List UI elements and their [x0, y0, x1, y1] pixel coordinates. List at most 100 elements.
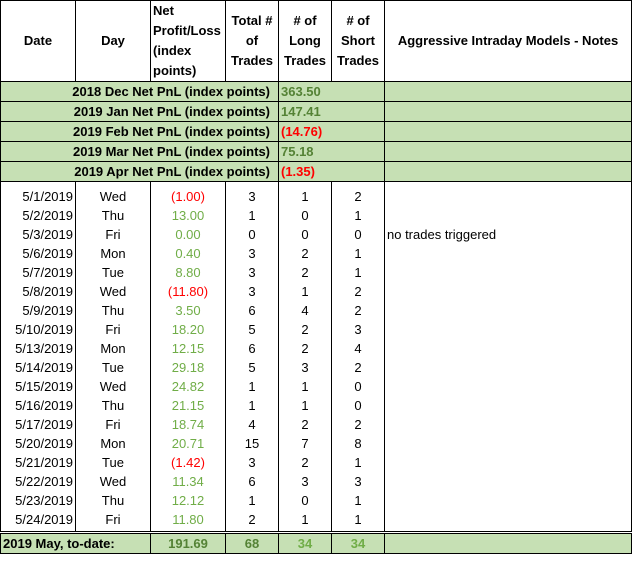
cell-date[interactable]: 5/7/2019 — [0, 263, 76, 282]
cell-long-trades[interactable]: 1 — [278, 377, 332, 396]
header-long-trades[interactable]: # of Long Trades — [278, 0, 332, 82]
cell-note[interactable] — [384, 301, 632, 320]
total-trades[interactable]: 68 — [225, 531, 279, 554]
cell-note[interactable] — [384, 206, 632, 225]
cell-long-trades[interactable]: 3 — [278, 358, 332, 377]
cell-short-trades[interactable]: 2 — [331, 181, 385, 206]
cell-long-trades[interactable]: 2 — [278, 244, 332, 263]
summary-notes[interactable] — [384, 121, 632, 142]
cell-long-trades[interactable]: 1 — [278, 181, 332, 206]
cell-long-trades[interactable]: 4 — [278, 301, 332, 320]
cell-short-trades[interactable]: 2 — [331, 358, 385, 377]
cell-note[interactable] — [384, 263, 632, 282]
cell-pnl[interactable]: 12.12 — [150, 491, 226, 510]
cell-date[interactable]: 5/23/2019 — [0, 491, 76, 510]
summary-value[interactable]: 75.18 — [278, 141, 385, 162]
header-pnl[interactable]: Net Profit/Loss (index points) — [150, 0, 226, 82]
cell-note[interactable] — [384, 491, 632, 510]
cell-pnl[interactable]: 20.71 — [150, 434, 226, 453]
cell-short-trades[interactable]: 1 — [331, 491, 385, 510]
cell-date[interactable]: 5/2/2019 — [0, 206, 76, 225]
cell-note[interactable] — [384, 434, 632, 453]
cell-short-trades[interactable]: 0 — [331, 225, 385, 244]
summary-notes[interactable] — [384, 101, 632, 122]
cell-note[interactable] — [384, 377, 632, 396]
cell-day[interactable]: Wed — [75, 472, 151, 491]
summary-label[interactable]: 2019 Apr Net PnL (index points) — [0, 161, 279, 182]
cell-date[interactable]: 5/1/2019 — [0, 181, 76, 206]
cell-long-trades[interactable]: 7 — [278, 434, 332, 453]
header-short-trades[interactable]: # of Short Trades — [331, 0, 385, 82]
cell-long-trades[interactable]: 1 — [278, 282, 332, 301]
cell-long-trades[interactable]: 2 — [278, 415, 332, 434]
cell-day[interactable]: Mon — [75, 339, 151, 358]
cell-total-trades[interactable]: 1 — [225, 491, 279, 510]
cell-note[interactable]: no trades triggered — [384, 225, 632, 244]
cell-total-trades[interactable]: 4 — [225, 415, 279, 434]
summary-value[interactable]: (1.35) — [278, 161, 385, 182]
cell-date[interactable]: 5/17/2019 — [0, 415, 76, 434]
summary-value[interactable]: 363.50 — [278, 81, 385, 102]
cell-total-trades[interactable]: 5 — [225, 320, 279, 339]
cell-date[interactable]: 5/20/2019 — [0, 434, 76, 453]
cell-note[interactable] — [384, 415, 632, 434]
cell-note[interactable] — [384, 282, 632, 301]
cell-day[interactable]: Wed — [75, 377, 151, 396]
cell-long-trades[interactable]: 2 — [278, 320, 332, 339]
cell-day[interactable]: Thu — [75, 206, 151, 225]
cell-day[interactable]: Fri — [75, 225, 151, 244]
summary-label[interactable]: 2019 Mar Net PnL (index points) — [0, 141, 279, 162]
header-total-trades[interactable]: Total # of Trades — [225, 0, 279, 82]
cell-long-trades[interactable]: 1 — [278, 510, 332, 533]
cell-short-trades[interactable]: 1 — [331, 510, 385, 533]
cell-total-trades[interactable]: 6 — [225, 339, 279, 358]
cell-date[interactable]: 5/15/2019 — [0, 377, 76, 396]
cell-total-trades[interactable]: 0 — [225, 225, 279, 244]
cell-date[interactable]: 5/6/2019 — [0, 244, 76, 263]
summary-notes[interactable] — [384, 81, 632, 102]
summary-notes[interactable] — [384, 161, 632, 182]
total-pnl[interactable]: 191.69 — [150, 531, 226, 554]
cell-pnl[interactable]: 11.80 — [150, 510, 226, 533]
cell-note[interactable] — [384, 358, 632, 377]
header-day[interactable]: Day — [75, 0, 151, 82]
cell-short-trades[interactable]: 8 — [331, 434, 385, 453]
cell-short-trades[interactable]: 2 — [331, 282, 385, 301]
cell-total-trades[interactable]: 1 — [225, 206, 279, 225]
cell-note[interactable] — [384, 396, 632, 415]
cell-day[interactable]: Mon — [75, 434, 151, 453]
cell-short-trades[interactable]: 0 — [331, 396, 385, 415]
cell-day[interactable]: Thu — [75, 301, 151, 320]
header-notes[interactable]: Aggressive Intraday Models - Notes — [384, 0, 632, 82]
cell-pnl[interactable]: 24.82 — [150, 377, 226, 396]
cell-short-trades[interactable]: 3 — [331, 320, 385, 339]
total-label[interactable]: 2019 May, to-date: — [0, 531, 151, 554]
cell-note[interactable] — [384, 510, 632, 533]
cell-long-trades[interactable]: 2 — [278, 263, 332, 282]
cell-short-trades[interactable]: 1 — [331, 244, 385, 263]
cell-day[interactable]: Thu — [75, 396, 151, 415]
cell-short-trades[interactable]: 1 — [331, 263, 385, 282]
cell-total-trades[interactable]: 6 — [225, 472, 279, 491]
cell-long-trades[interactable]: 2 — [278, 453, 332, 472]
cell-total-trades[interactable]: 6 — [225, 301, 279, 320]
cell-date[interactable]: 5/22/2019 — [0, 472, 76, 491]
cell-note[interactable] — [384, 244, 632, 263]
cell-date[interactable]: 5/24/2019 — [0, 510, 76, 533]
cell-short-trades[interactable]: 3 — [331, 472, 385, 491]
cell-pnl[interactable]: 12.15 — [150, 339, 226, 358]
cell-pnl[interactable]: 21.15 — [150, 396, 226, 415]
cell-long-trades[interactable]: 2 — [278, 339, 332, 358]
cell-long-trades[interactable]: 0 — [278, 206, 332, 225]
total-long[interactable]: 34 — [278, 531, 332, 554]
cell-day[interactable]: Fri — [75, 415, 151, 434]
cell-date[interactable]: 5/13/2019 — [0, 339, 76, 358]
cell-total-trades[interactable]: 3 — [225, 263, 279, 282]
cell-note[interactable] — [384, 320, 632, 339]
cell-long-trades[interactable]: 1 — [278, 396, 332, 415]
cell-day[interactable]: Tue — [75, 453, 151, 472]
summary-value[interactable]: 147.41 — [278, 101, 385, 122]
cell-pnl[interactable]: 11.34 — [150, 472, 226, 491]
cell-pnl[interactable]: 29.18 — [150, 358, 226, 377]
cell-short-trades[interactable]: 1 — [331, 453, 385, 472]
